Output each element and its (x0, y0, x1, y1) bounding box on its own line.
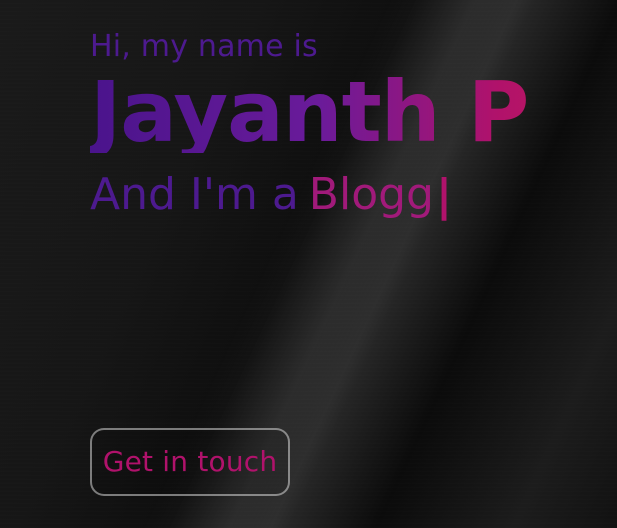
name-heading: Jayanth P (90, 70, 597, 154)
get-in-touch-button[interactable]: Get in touch (90, 428, 290, 496)
tagline-prefix: And I'm a (90, 168, 299, 220)
greeting-text: Hi, my name is (90, 29, 318, 64)
typing-cursor: | (436, 169, 453, 221)
typed-role: Blogg | (308, 168, 453, 221)
typed-role-text: Blogg (308, 168, 434, 220)
hero-section: Hi, my name is Jayanth P And I'm a Blogg… (90, 30, 597, 528)
get-in-touch-label: Get in touch (102, 445, 278, 478)
tagline: And I'm a Blogg | (90, 168, 597, 221)
